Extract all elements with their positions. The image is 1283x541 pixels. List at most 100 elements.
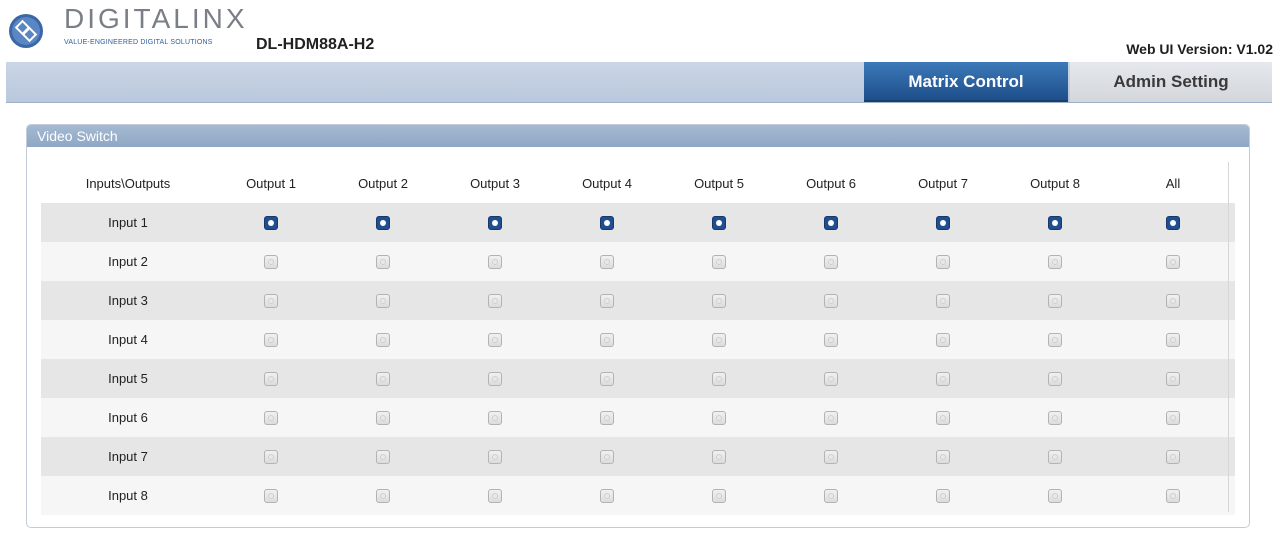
matrix-cell	[327, 437, 439, 476]
matrix-cell	[1111, 281, 1235, 320]
matrix-cell	[1111, 476, 1235, 515]
route-radio[interactable]	[600, 333, 614, 348]
row-label: Input 3	[41, 281, 215, 320]
route-radio[interactable]	[600, 294, 614, 309]
route-radio[interactable]	[936, 489, 950, 504]
matrix-cell	[439, 437, 551, 476]
route-radio[interactable]	[936, 294, 950, 309]
matrix-cell	[775, 281, 887, 320]
route-radio[interactable]	[712, 411, 726, 426]
route-radio[interactable]	[712, 489, 726, 504]
route-radio[interactable]	[488, 216, 502, 231]
route-radio[interactable]	[824, 372, 838, 387]
route-radio[interactable]	[264, 255, 278, 270]
route-radio[interactable]	[488, 294, 502, 309]
matrix-cell	[887, 398, 999, 437]
column-header-all: All	[1165, 175, 1181, 191]
route-radio[interactable]	[824, 450, 838, 465]
route-all-radio[interactable]	[1166, 450, 1180, 465]
route-radio[interactable]	[600, 450, 614, 465]
matrix-row: Input 1	[41, 203, 1235, 242]
route-radio[interactable]	[376, 411, 390, 426]
panel-header: Video Switch	[27, 125, 1249, 147]
matrix-cell	[663, 476, 775, 515]
matrix-cell	[775, 242, 887, 281]
matrix-cell	[215, 437, 327, 476]
matrix-cell	[551, 320, 663, 359]
brand-tagline: VALUE-ENGINEERED DIGITAL SOLUTIONS	[64, 39, 213, 46]
route-radio[interactable]	[824, 294, 838, 309]
route-all-radio[interactable]	[1166, 255, 1180, 270]
route-radio[interactable]	[1048, 372, 1062, 387]
route-radio[interactable]	[1048, 411, 1062, 426]
route-radio[interactable]	[264, 411, 278, 426]
route-radio[interactable]	[264, 489, 278, 504]
app-root: DIGITALINX VALUE-ENGINEERED DIGITAL SOLU…	[0, 0, 1283, 541]
route-radio[interactable]	[936, 450, 950, 465]
route-radio[interactable]	[936, 411, 950, 426]
route-radio[interactable]	[824, 411, 838, 426]
matrix-cell	[663, 398, 775, 437]
route-radio[interactable]	[1048, 489, 1062, 504]
route-radio[interactable]	[936, 255, 950, 270]
route-radio[interactable]	[264, 333, 278, 348]
route-radio[interactable]	[600, 411, 614, 426]
route-all-radio[interactable]	[1166, 411, 1180, 426]
route-all-radio[interactable]	[1166, 489, 1180, 504]
matrix-row: Input 8	[41, 476, 1235, 515]
route-radio[interactable]	[600, 216, 614, 231]
route-radio[interactable]	[712, 372, 726, 387]
route-radio[interactable]	[600, 489, 614, 504]
matrix-cell	[887, 437, 999, 476]
route-radio[interactable]	[376, 489, 390, 504]
route-radio[interactable]	[600, 255, 614, 270]
route-radio[interactable]	[600, 372, 614, 387]
route-radio[interactable]	[376, 450, 390, 465]
route-radio[interactable]	[376, 333, 390, 348]
route-radio[interactable]	[712, 294, 726, 309]
route-radio[interactable]	[824, 489, 838, 504]
matrix-row: Input 4	[41, 320, 1235, 359]
route-radio[interactable]	[1048, 255, 1062, 270]
route-radio[interactable]	[824, 333, 838, 348]
route-radio[interactable]	[488, 411, 502, 426]
route-radio[interactable]	[376, 294, 390, 309]
route-all-radio[interactable]	[1166, 333, 1180, 348]
route-radio[interactable]	[264, 450, 278, 465]
route-radio[interactable]	[488, 372, 502, 387]
matrix-cell	[1111, 242, 1235, 281]
route-radio[interactable]	[488, 489, 502, 504]
matrix-cell	[1111, 437, 1235, 476]
route-radio[interactable]	[824, 216, 838, 231]
route-radio[interactable]	[264, 372, 278, 387]
route-radio[interactable]	[936, 372, 950, 387]
route-radio[interactable]	[376, 216, 390, 231]
route-radio[interactable]	[936, 216, 950, 231]
route-radio[interactable]	[488, 333, 502, 348]
route-radio[interactable]	[712, 333, 726, 348]
route-radio[interactable]	[712, 255, 726, 270]
route-radio[interactable]	[1048, 216, 1062, 231]
tab-admin-setting[interactable]: Admin Setting	[1070, 62, 1272, 102]
tab-matrix-control[interactable]: Matrix Control	[864, 62, 1068, 102]
route-radio[interactable]	[264, 216, 278, 231]
matrix-cell	[999, 320, 1111, 359]
route-radio[interactable]	[488, 450, 502, 465]
route-radio[interactable]	[376, 372, 390, 387]
route-radio[interactable]	[824, 255, 838, 270]
route-all-radio[interactable]	[1166, 372, 1180, 387]
model-name: DL-HDM88A-H2	[256, 36, 375, 53]
route-radio[interactable]	[712, 216, 726, 231]
route-radio[interactable]	[1048, 333, 1062, 348]
route-radio[interactable]	[712, 450, 726, 465]
route-radio[interactable]	[488, 255, 502, 270]
row-label: Input 4	[41, 320, 215, 359]
route-radio[interactable]	[264, 294, 278, 309]
route-all-radio[interactable]	[1166, 216, 1180, 231]
route-radio[interactable]	[376, 255, 390, 270]
route-all-radio[interactable]	[1166, 294, 1180, 309]
matrix-cell	[439, 242, 551, 281]
route-radio[interactable]	[1048, 294, 1062, 309]
route-radio[interactable]	[936, 333, 950, 348]
route-radio[interactable]	[1048, 450, 1062, 465]
